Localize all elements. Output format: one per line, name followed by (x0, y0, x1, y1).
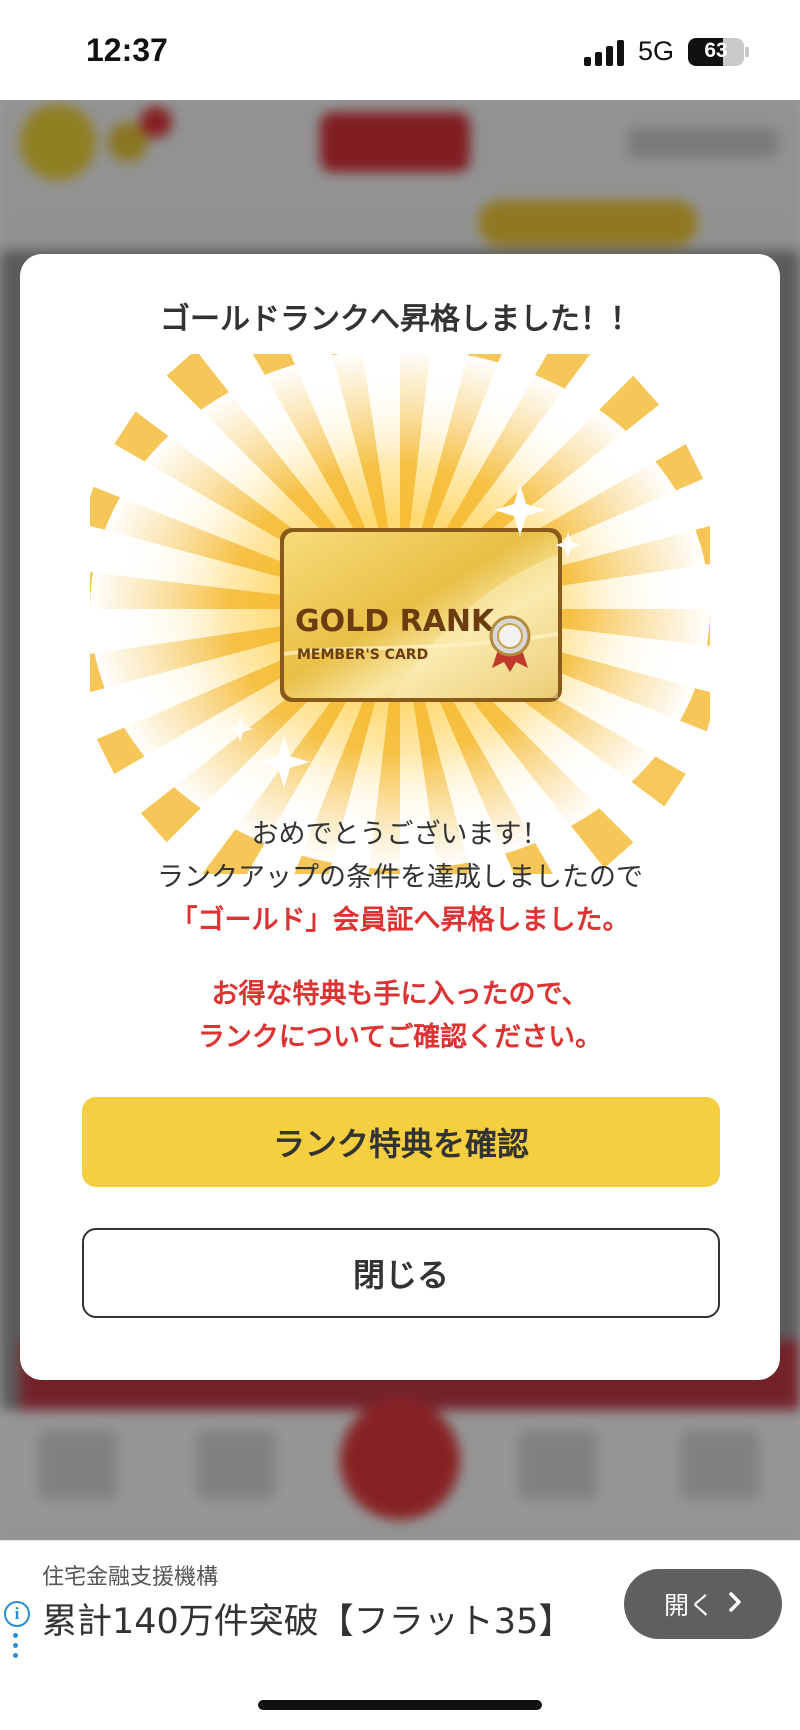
status-time: 12:37 (86, 32, 168, 68)
chevron-right-icon (728, 1590, 742, 1619)
benefit-notice: お得な特典も手に入ったので、 (211, 979, 589, 1010)
rank-up-modal: ゴールドランクへ昇格しました！！ GOLD RANK MEMBER'S CARD… (20, 254, 780, 1380)
promotion-message: 「ゴールド」会員証へ昇格しました。 (170, 905, 630, 936)
ad-open-button[interactable]: 開く (624, 1569, 782, 1639)
ad-headline[interactable]: 累計140万件突破【フラット35】 (42, 1593, 573, 1644)
battery-tip (745, 47, 749, 57)
cellular-signal-icon (584, 40, 626, 66)
check-rank-benefits-button[interactable]: ランク特典を確認 (82, 1097, 720, 1187)
modal-title: ゴールドランクへ昇格しました！！ (160, 302, 640, 337)
battery-icon: 63 (688, 38, 744, 66)
more-options-icon[interactable] (13, 1633, 19, 1663)
home-indicator[interactable] (258, 1700, 542, 1710)
congrats-message: おめでとうございます！ (251, 819, 549, 850)
condition-message: ランクアップの条件を達成しましたので (157, 862, 643, 893)
close-button[interactable]: 閉じる (82, 1228, 720, 1318)
ad-sponsor: 住宅金融支援機構 (42, 1565, 219, 1590)
info-icon[interactable]: i (4, 1601, 30, 1627)
network-type: 5G (638, 36, 675, 66)
ad-open-label: 開く (663, 1591, 714, 1620)
confirm-notice: ランクについてご確認ください。 (197, 1022, 603, 1053)
card-title-text: GOLD RANK (295, 604, 496, 639)
medal-icon (489, 615, 531, 672)
ad-banner[interactable]: i 住宅金融支援機構 累計140万件突破【フラット35】 開く (0, 1540, 800, 1660)
status-bar: 12:37 5G 63 (0, 0, 800, 100)
battery-percent: 63 (704, 39, 728, 62)
card-subtitle-text: MEMBER'S CARD (297, 647, 428, 663)
gold-card-illustration: GOLD RANK MEMBER'S CARD (90, 354, 710, 874)
